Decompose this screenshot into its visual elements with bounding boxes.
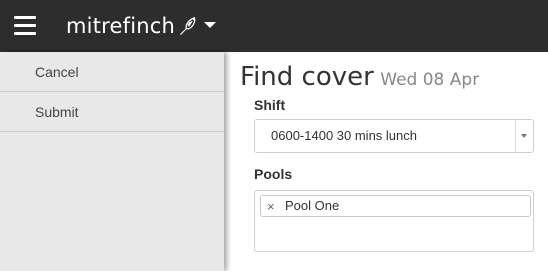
sidebar: Cancel Submit [0, 52, 224, 271]
main-content: Find cover Wed 08 Apr Shift 0600-1400 30… [240, 52, 548, 252]
shift-select-value: 0600-1400 30 mins lunch [271, 128, 417, 143]
pool-tag-label: Pool One [285, 198, 340, 213]
pool-tag: × Pool One [260, 195, 531, 217]
remove-tag-icon[interactable]: × [267, 197, 275, 217]
sidebar-item-cancel[interactable]: Cancel [0, 52, 224, 92]
page-heading: Find cover Wed 08 Apr [240, 62, 548, 92]
top-navbar: mitrefinch [0, 0, 548, 52]
hamburger-menu-icon[interactable] [14, 16, 36, 35]
chevron-down-icon [521, 134, 527, 138]
select-arrow-area[interactable] [515, 120, 533, 152]
bird-icon [180, 17, 196, 35]
brand-name: mitrefinch [66, 14, 176, 38]
pools-label: Pools [254, 166, 293, 182]
caret-down-icon [204, 22, 216, 28]
pools-multiselect[interactable]: × Pool One [254, 190, 534, 252]
sidebar-item-submit[interactable]: Submit [0, 92, 224, 132]
shift-label: Shift [254, 97, 286, 113]
page-title: Find cover [240, 62, 374, 92]
shift-select[interactable]: 0600-1400 30 mins lunch [254, 119, 534, 153]
brand-menu[interactable]: mitrefinch [66, 12, 216, 40]
page-date: Wed 08 Apr [380, 70, 480, 90]
